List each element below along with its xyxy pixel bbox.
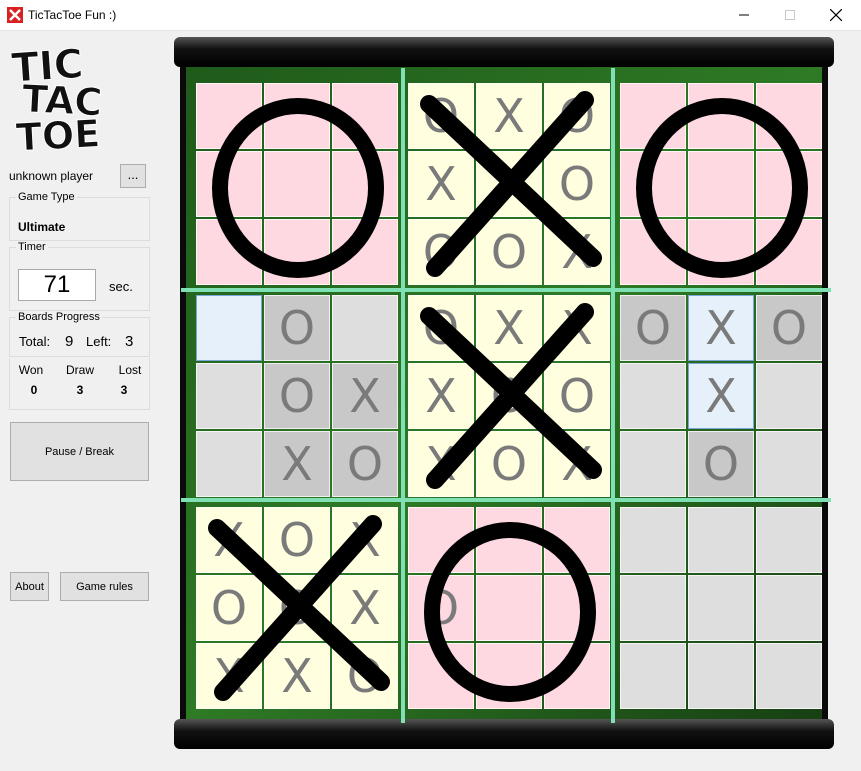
left-value: 3 bbox=[125, 333, 134, 350]
svg-text:TOE: TOE bbox=[15, 111, 101, 152]
left-label: Left: bbox=[86, 334, 112, 349]
about-button[interactable]: About bbox=[10, 572, 49, 601]
draw-label: Draw bbox=[65, 363, 94, 377]
window-title: TicTacToe Fun :) bbox=[28, 8, 117, 22]
timer-label: Timer bbox=[16, 241, 48, 253]
lost-value: 3 bbox=[120, 383, 128, 397]
timer-display: 71 bbox=[18, 269, 96, 301]
game-type-value: Ultimate bbox=[18, 220, 66, 234]
player-name: unknown player bbox=[9, 169, 94, 183]
close-icon bbox=[830, 9, 842, 21]
won-value: 0 bbox=[30, 383, 38, 397]
total-value: 9 bbox=[65, 333, 74, 350]
title-bar: TicTacToe Fun :) bbox=[0, 0, 861, 31]
maximize-icon bbox=[785, 10, 795, 20]
board-grid-lines bbox=[181, 68, 831, 723]
won-label: Won bbox=[18, 363, 44, 377]
lost-label: Lost bbox=[118, 363, 142, 377]
minimize-icon bbox=[739, 14, 749, 16]
pause-break-button[interactable]: Pause / Break bbox=[10, 422, 149, 481]
game-type-label: Game Type bbox=[16, 191, 77, 203]
boards-progress-group: Boards Progress Total: 9 Left: 3 bbox=[9, 311, 150, 357]
timer-group: Timer 71 sec. bbox=[9, 241, 150, 311]
maximize-button bbox=[767, 0, 813, 30]
minimize-button[interactable] bbox=[721, 0, 767, 30]
app-icon bbox=[7, 7, 23, 23]
boards-progress-label: Boards Progress bbox=[16, 311, 102, 323]
player-options-button[interactable]: ... bbox=[120, 164, 146, 188]
tictactoe-logo: TIC TAC TOE bbox=[10, 41, 104, 152]
total-label: Total: bbox=[19, 334, 51, 349]
game-rules-button[interactable]: Game rules bbox=[60, 572, 149, 601]
draw-value: 3 bbox=[76, 383, 84, 397]
close-button[interactable] bbox=[813, 0, 859, 30]
timer-unit: sec. bbox=[109, 279, 133, 294]
stats-group: Won Draw Lost 0 3 3 bbox=[9, 358, 150, 410]
game-type-group: Game Type Ultimate bbox=[9, 191, 150, 241]
